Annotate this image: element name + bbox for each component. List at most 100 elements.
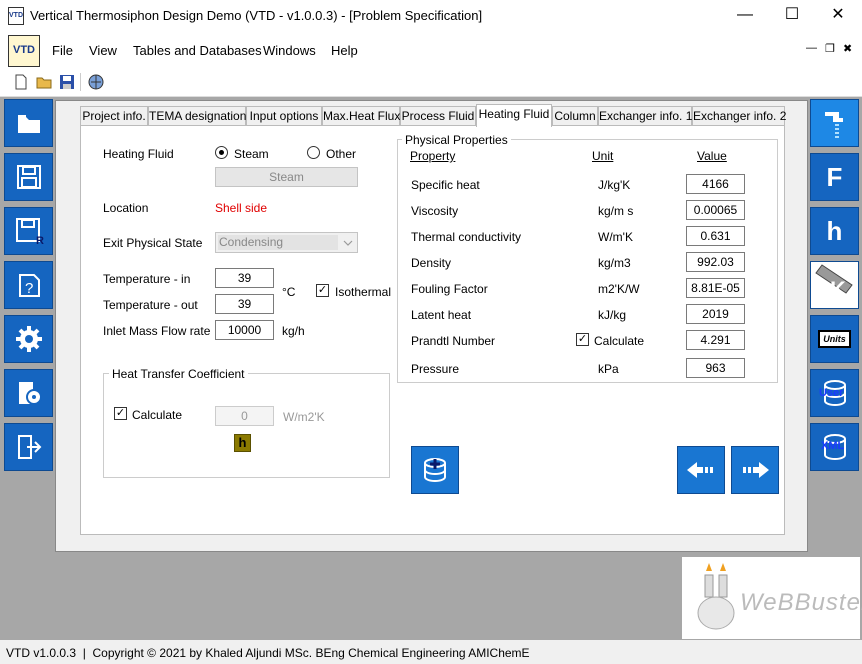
location-label: Location xyxy=(103,201,149,215)
h-coefficient-button[interactable]: h xyxy=(810,207,859,255)
property-unit: kg/m3 xyxy=(598,256,631,270)
property-value-input[interactable]: 0.00065 xyxy=(686,200,745,220)
property-unit: kPa xyxy=(598,362,619,376)
fluid-properties-button[interactable] xyxy=(810,99,859,147)
tab-input-options[interactable]: Input options xyxy=(246,106,322,126)
web-update-icon[interactable] xyxy=(87,73,105,91)
exit-state-value: Condensing xyxy=(218,235,338,250)
property-name: Fouling Factor xyxy=(411,282,488,296)
units-button[interactable]: Units xyxy=(810,315,859,363)
property-unit: kJ/kg xyxy=(598,308,627,322)
mdi-restore-button[interactable]: ❐ xyxy=(825,42,835,55)
property-value-input[interactable]: 2019 xyxy=(686,304,745,324)
location-value: Shell side xyxy=(215,201,268,215)
watermark-logo: WeBBusterZ xyxy=(682,557,862,639)
user-label: User xyxy=(819,387,844,399)
property-name: Viscosity xyxy=(411,204,459,218)
settings-button[interactable] xyxy=(4,315,53,363)
isothermal-checkbox[interactable]: ✓ xyxy=(316,284,329,297)
mass-flow-input[interactable]: 10000 xyxy=(215,320,274,340)
mdi-minimize-button[interactable]: — xyxy=(806,42,817,54)
property-unit: J/kg'K xyxy=(598,178,631,192)
htc-unit: W/m2'K xyxy=(283,410,325,424)
menu-help[interactable]: Help xyxy=(331,43,358,58)
other-radio[interactable] xyxy=(307,146,320,159)
exit-icon xyxy=(17,435,41,459)
menu-tables[interactable]: Tables and Databases xyxy=(133,43,262,58)
menu-windows[interactable]: Windows xyxy=(263,43,316,58)
property-value-input[interactable]: 4166 xyxy=(686,174,745,194)
faucet-icon xyxy=(824,112,843,138)
help-file-button[interactable]: ? xyxy=(4,261,53,309)
property-value-input[interactable]: 992.03 xyxy=(686,252,745,272)
open-folder-button[interactable] xyxy=(4,99,53,147)
status-text: VTD v1.0.0.3 | Copyright © 2021 by Khale… xyxy=(6,646,530,660)
f-factor-button[interactable]: F xyxy=(810,153,859,201)
menu-view[interactable]: View xyxy=(89,43,117,58)
k-pipe-icon: K xyxy=(814,264,853,302)
tab-max-heat-flux[interactable]: Max.Heat Flux xyxy=(322,106,400,126)
isothermal-label[interactable]: Isothermal xyxy=(335,285,391,299)
tab-strip: Project info. TEMA designation Input opt… xyxy=(80,104,786,127)
watermark-text: WeBBusterZ xyxy=(740,589,862,616)
close-button[interactable]: ✕ xyxy=(815,0,861,32)
minimize-button[interactable]: — xyxy=(722,0,768,32)
save-as-button[interactable]: R xyxy=(4,207,53,255)
status-bar: VTD v1.0.0.3 | Copyright © 2021 by Khale… xyxy=(0,640,862,664)
temperature-out-input[interactable]: 39 xyxy=(215,294,274,314)
prandtl-calculate-checkbox[interactable]: ✓ xyxy=(576,333,589,346)
mdi-close-button[interactable]: ✖ xyxy=(843,42,852,55)
temperature-out-label: Temperature - out xyxy=(103,298,198,312)
htc-calculate-checkbox[interactable]: ✓ xyxy=(114,407,127,420)
property-value-input[interactable]: 4.291 xyxy=(686,330,745,350)
temperature-in-label: Temperature - in xyxy=(103,272,191,286)
tab-exchanger-info-1[interactable]: Exchanger info. 1 xyxy=(598,106,692,126)
heating-fluid-label: Heating Fluid xyxy=(103,147,174,161)
menu-bar: VTD File View Tables and Databases Windo… xyxy=(0,32,862,69)
property-value-input[interactable]: 8.81E-05 xyxy=(686,278,745,298)
next-button[interactable] xyxy=(731,446,779,494)
save-icon[interactable] xyxy=(58,73,76,91)
arrow-right-icon xyxy=(743,462,769,478)
user-database-button[interactable]: User xyxy=(810,369,859,417)
property-unit: W/m'K xyxy=(598,230,633,244)
tab-project-info[interactable]: Project info. xyxy=(80,106,148,126)
window-title: Vertical Thermosiphon Design Demo (VTD -… xyxy=(30,8,483,23)
htc-group-title: Heat Transfer Coefficient xyxy=(109,367,248,381)
new-file-icon[interactable] xyxy=(12,73,30,91)
chevron-down-icon xyxy=(343,240,353,246)
steam-radio[interactable] xyxy=(215,146,228,159)
tab-column[interactable]: Column xyxy=(552,106,598,126)
prandtl-calculate-label[interactable]: Calculate xyxy=(594,334,644,348)
steam-radio-label[interactable]: Steam xyxy=(234,147,269,161)
property-name: Density xyxy=(411,256,452,270)
tab-heating-fluid[interactable]: Heating Fluid xyxy=(476,104,552,127)
physical-properties-title: Physical Properties xyxy=(402,133,511,147)
save-button[interactable] xyxy=(4,153,53,201)
other-radio-label[interactable]: Other xyxy=(326,147,356,161)
previous-button[interactable] xyxy=(677,446,725,494)
tab-process-fluid[interactable]: Process Fluid xyxy=(400,106,476,126)
h-calculate-button[interactable]: h xyxy=(234,434,251,452)
tab-exchanger-info-2[interactable]: Exchanger info. 2 xyxy=(692,106,786,126)
open-folder-icon[interactable] xyxy=(35,73,53,91)
htc-calculate-label[interactable]: Calculate xyxy=(132,408,182,422)
k-conductivity-button[interactable]: K xyxy=(810,261,859,309)
property-value-input[interactable]: 0.631 xyxy=(686,226,745,246)
xml-database-button[interactable]: XML xyxy=(810,423,859,471)
exit-state-select[interactable]: Condensing xyxy=(215,232,358,253)
maximize-button[interactable]: ☐ xyxy=(769,0,815,32)
svg-text:?: ? xyxy=(25,280,33,297)
steam-button[interactable]: Steam xyxy=(215,167,358,187)
report-button[interactable] xyxy=(4,369,53,417)
property-value-input[interactable]: 963 xyxy=(686,358,745,378)
menu-file[interactable]: File xyxy=(52,43,73,58)
exit-state-label: Exit Physical State xyxy=(103,236,203,250)
tab-tema-designation[interactable]: TEMA designation xyxy=(148,106,246,126)
toolbar xyxy=(0,69,862,97)
settings-gear-icon xyxy=(15,326,42,352)
open-folder-icon xyxy=(17,115,40,133)
database-button[interactable] xyxy=(411,446,459,494)
temperature-in-input[interactable]: 39 xyxy=(215,268,274,288)
exit-button[interactable] xyxy=(4,423,53,471)
